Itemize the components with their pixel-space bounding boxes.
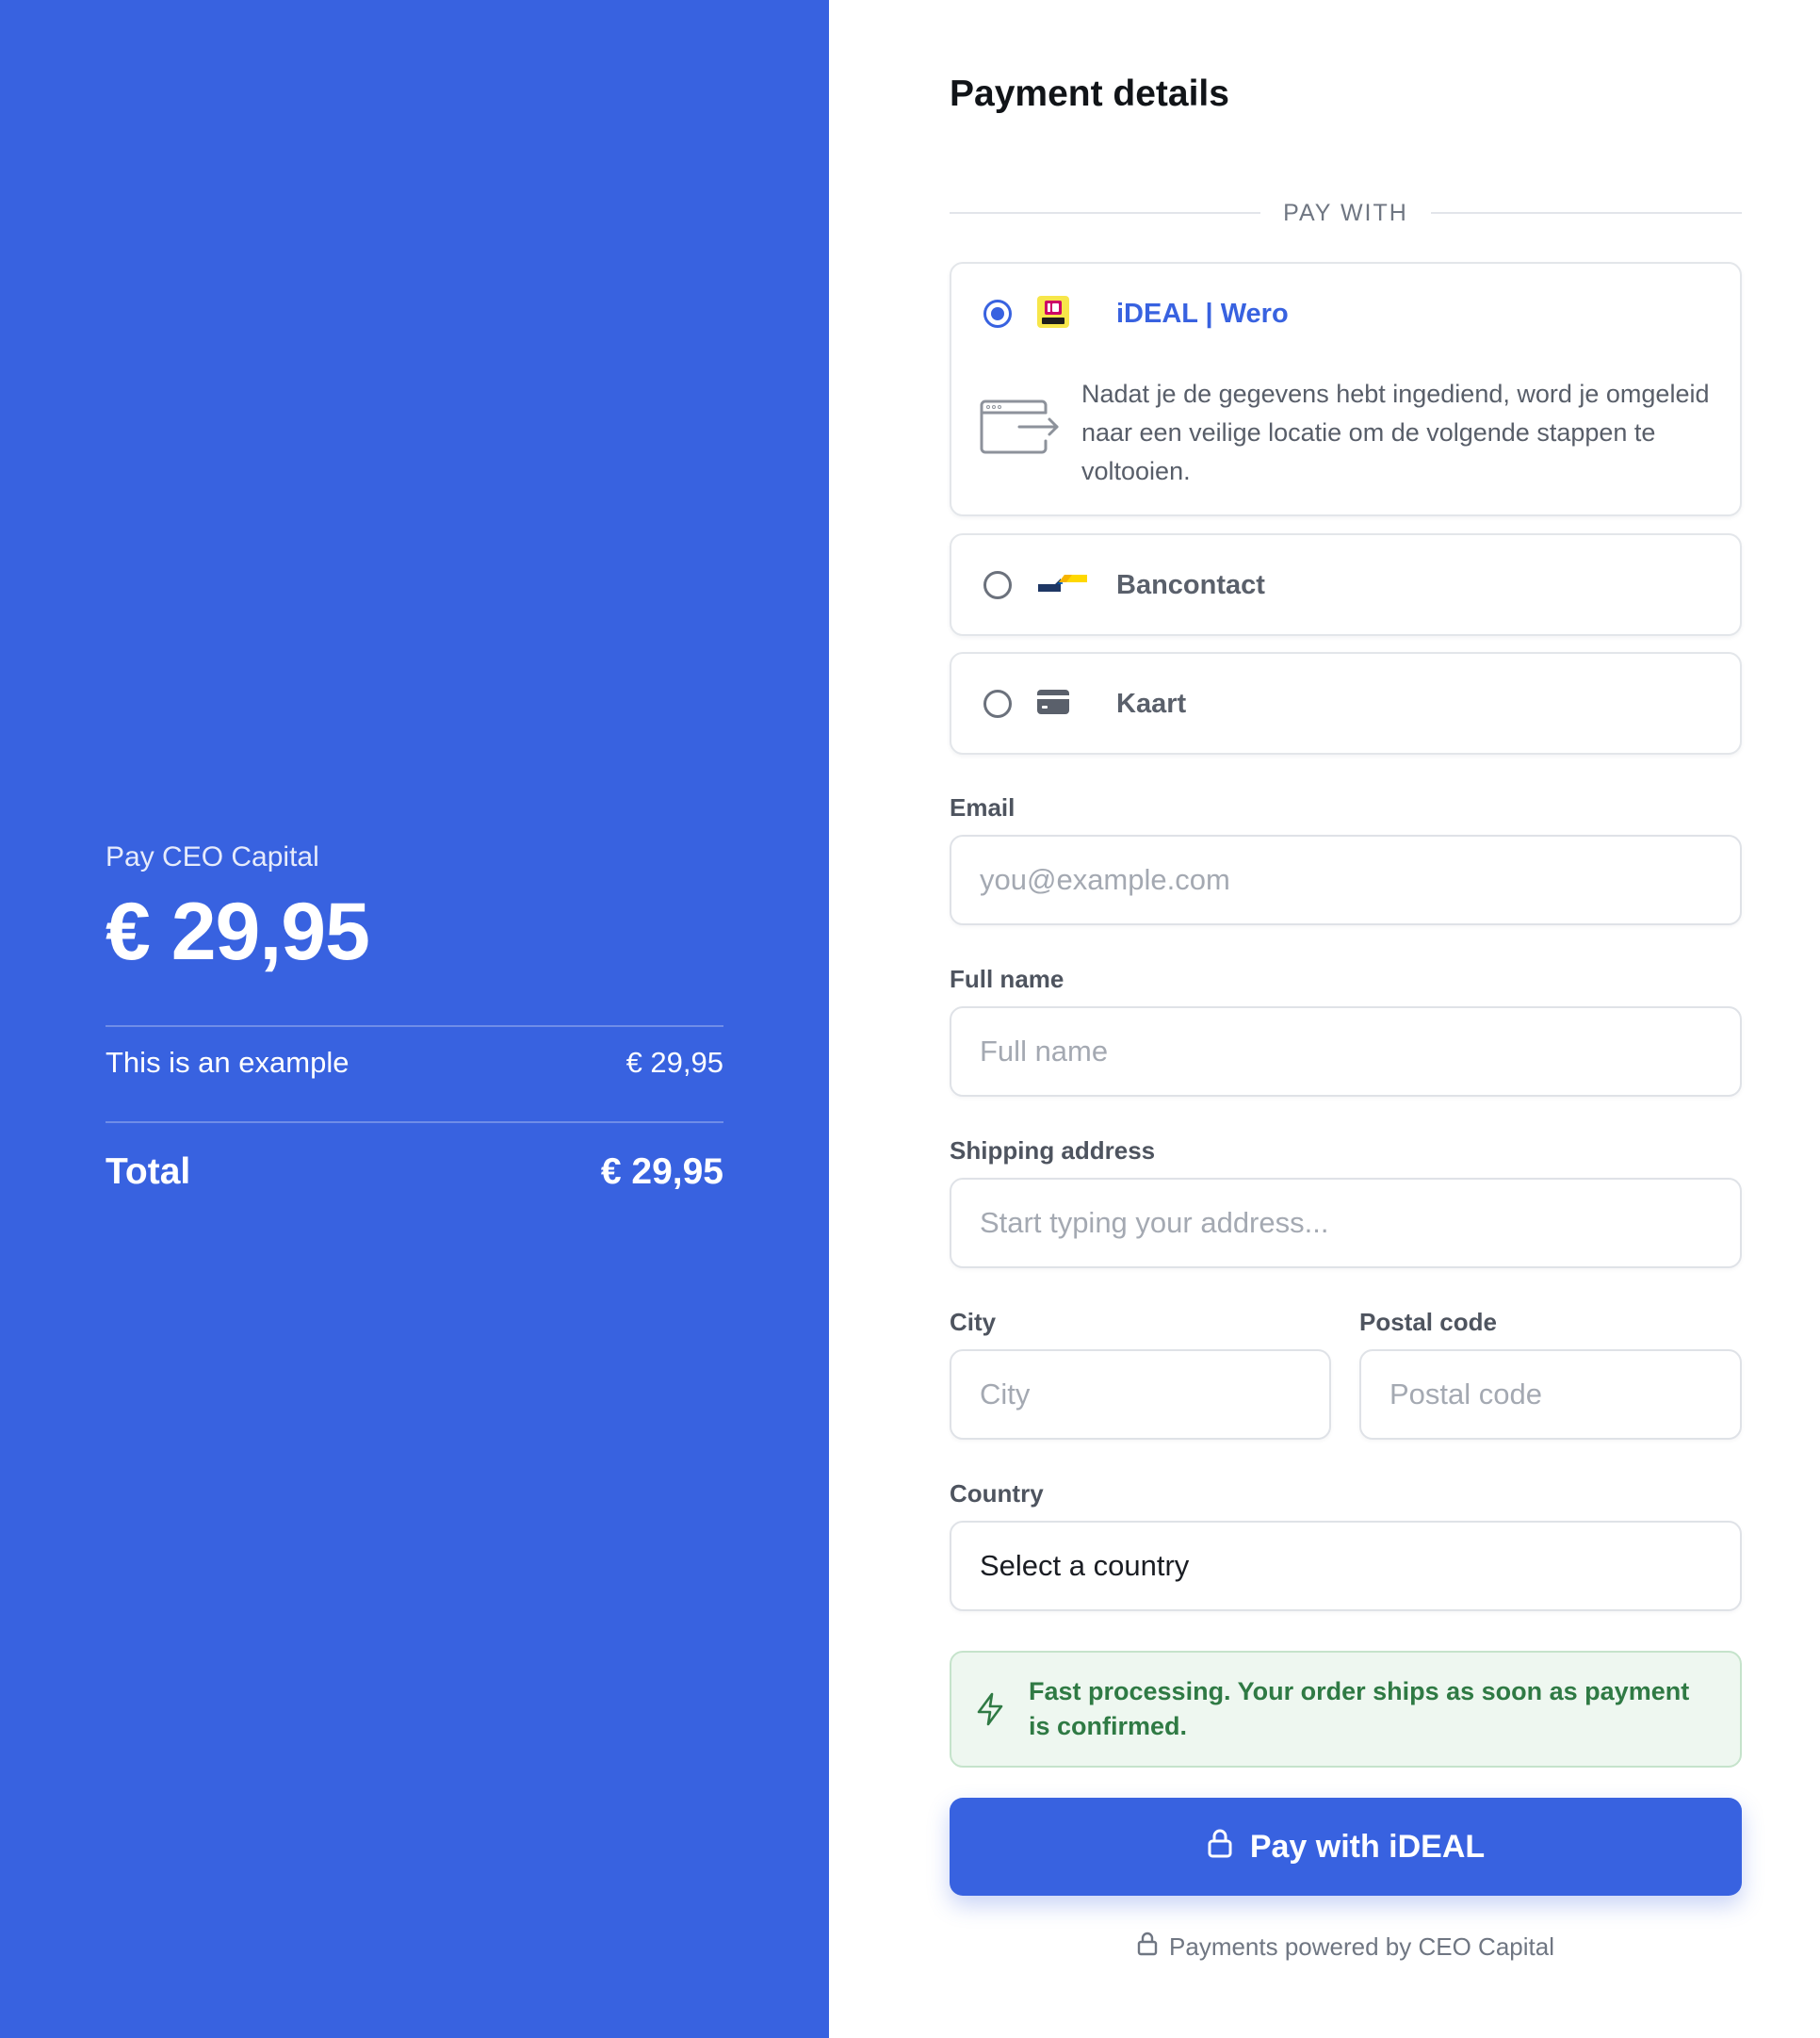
powered-by-text: Payments powered by CEO Capital (1169, 1932, 1554, 1961)
payment-method-label: iDEAL | Wero (1116, 298, 1289, 329)
browser-redirect-icon (980, 375, 1081, 491)
city-label: City (950, 1308, 997, 1336)
lock-icon (1137, 1932, 1158, 1963)
email-label: Email (950, 793, 1016, 822)
payment-method-bancontact[interactable]: Bancontact (950, 533, 1742, 636)
order-summary-panel: Pay CEO Capital € 29,95 This is an examp… (0, 0, 829, 2038)
payment-method-label: Bancontact (1116, 569, 1265, 600)
payment-method-ideal[interactable]: iDEAL | Wero Nadat je de gegevens hebt i… (950, 262, 1742, 516)
line-item-price: € 29,95 (626, 1046, 723, 1079)
redirect-info: Nadat je de gegevens hebt ingediend, wor… (980, 375, 1714, 491)
separator-line (950, 212, 1261, 214)
pay-button-label: Pay with iDEAL (1249, 1828, 1486, 1865)
shipping-address-field[interactable] (950, 1178, 1742, 1268)
line-item-name: This is an example (106, 1046, 349, 1079)
pay-button[interactable]: Pay with iDEAL (950, 1798, 1742, 1896)
separator-line (1430, 212, 1742, 214)
full-name-label: Full name (950, 965, 1064, 993)
shipping-address-label: Shipping address (950, 1136, 1156, 1165)
radio-card[interactable] (983, 690, 1012, 718)
lock-icon (1207, 1828, 1233, 1867)
pay-with-separator: PAY WITH (950, 198, 1742, 228)
amount-due: € 29,95 (106, 887, 370, 977)
total-amount: € 29,95 (600, 1151, 723, 1192)
merchant-name: Pay CEO Capital (106, 841, 319, 872)
powered-by: Payments powered by CEO Capital (950, 1932, 1742, 1963)
redirect-text: Nadat je de gegevens hebt ingediend, wor… (1081, 380, 1710, 485)
full-name-field[interactable] (950, 1006, 1742, 1097)
pay-with-label: PAY WITH (1283, 199, 1408, 226)
total-row: Total € 29,95 (106, 1151, 723, 1193)
summary-divider (106, 1025, 723, 1027)
payment-method-card[interactable]: Kaart (950, 652, 1742, 755)
fast-processing-notice: Fast processing. Your order ships as soo… (950, 1651, 1742, 1768)
radio-bancontact[interactable] (983, 571, 1012, 599)
email-field[interactable] (950, 835, 1742, 925)
postal-code-field[interactable] (1359, 1349, 1742, 1440)
country-select[interactable]: Select a country (950, 1521, 1742, 1611)
page-title: Payment details (950, 73, 1229, 114)
total-label: Total (106, 1151, 191, 1192)
ideal-wero-logo-icon (1036, 295, 1070, 334)
city-field[interactable] (950, 1349, 1331, 1440)
notice-text: Fast processing. Your order ships as soo… (1029, 1677, 1690, 1740)
lightning-icon (951, 1692, 1029, 1726)
payment-method-label: Kaart (1116, 688, 1187, 719)
bancontact-logo-icon (1036, 569, 1089, 602)
radio-ideal[interactable] (983, 300, 1012, 328)
country-select-value: Select a country (980, 1549, 1190, 1582)
line-item: This is an example € 29,95 (106, 1046, 723, 1080)
postal-code-label: Postal code (1359, 1308, 1497, 1336)
country-label: Country (950, 1479, 1044, 1508)
credit-card-icon (1036, 689, 1070, 720)
summary-divider (106, 1121, 723, 1123)
